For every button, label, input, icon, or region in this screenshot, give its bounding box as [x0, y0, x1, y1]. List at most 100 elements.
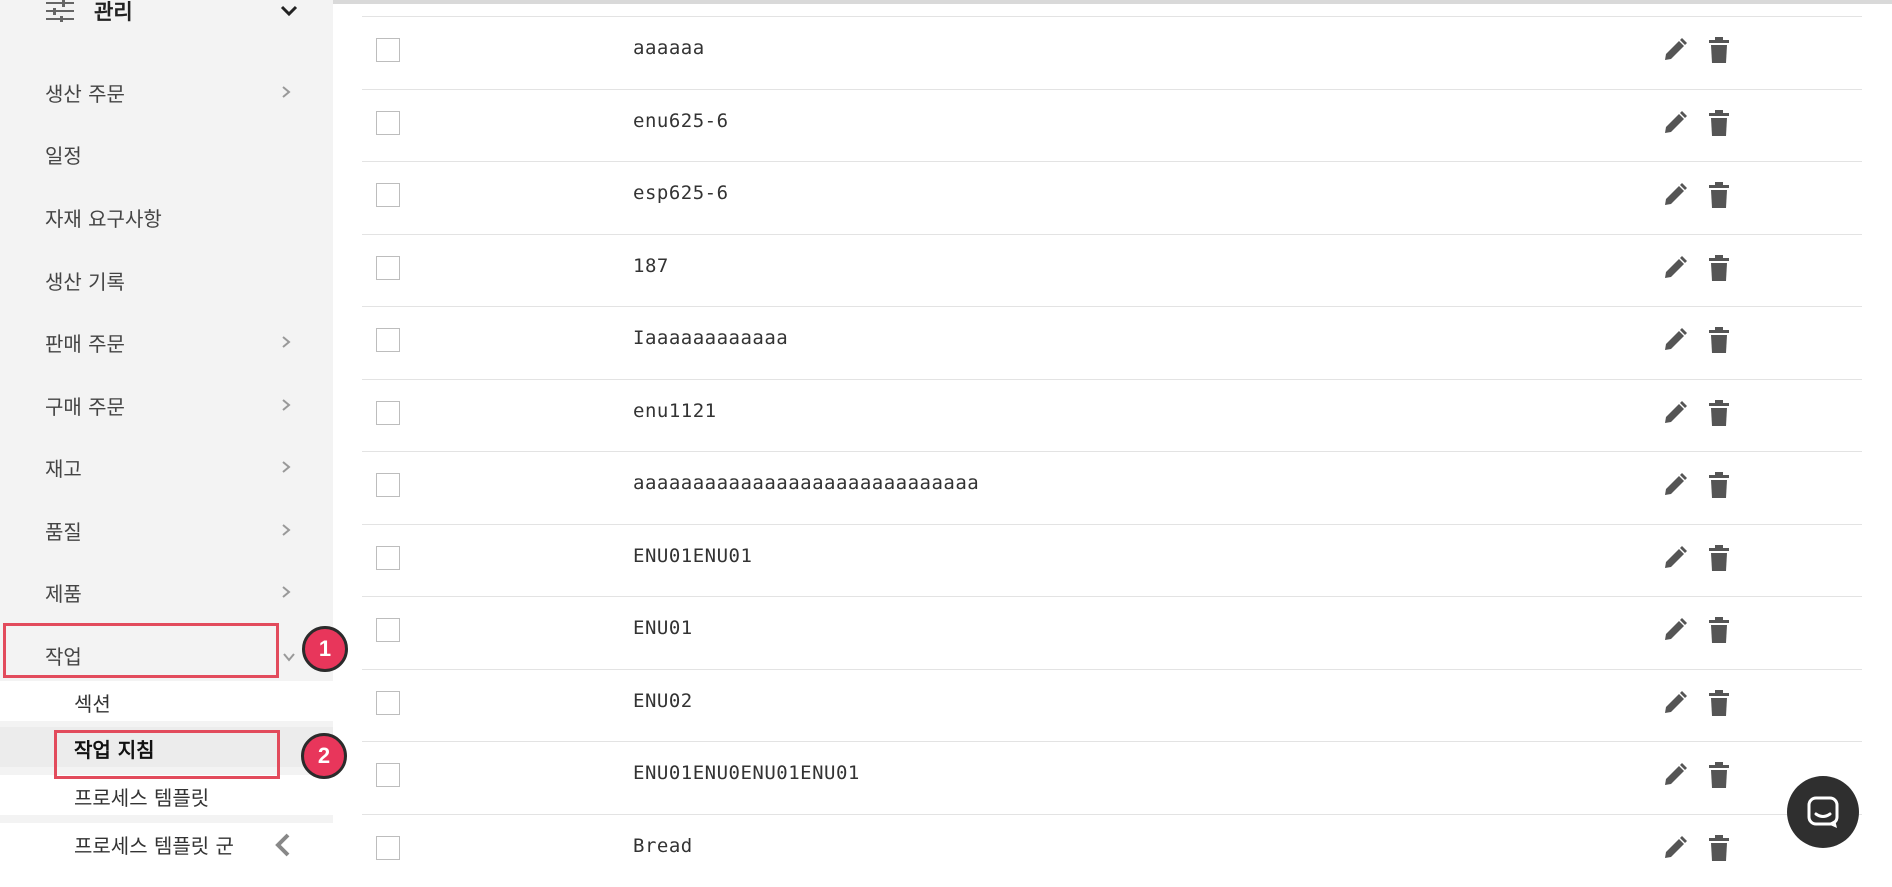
- sidebar-item-material-requirements[interactable]: 자재 요구사항: [0, 195, 333, 239]
- sidebar-subitem-label: 섹션: [74, 692, 111, 716]
- sidebar-item-label: 구매 주문: [45, 395, 125, 419]
- row-checkbox[interactable]: [376, 836, 400, 860]
- chat-icon: [1807, 796, 1839, 828]
- row-name: ENU02: [633, 690, 693, 712]
- row-name: ENU01ENU0ENU01ENU01: [633, 762, 860, 784]
- pencil-icon[interactable]: [1662, 472, 1688, 498]
- sidebar-subitem-label: 프로세스 템플릿 군: [74, 834, 234, 858]
- trash-icon[interactable]: [1709, 110, 1729, 136]
- row-checkbox[interactable]: [376, 183, 400, 207]
- row-name: aaaaaa: [633, 37, 705, 59]
- row-name: esp625-6: [633, 182, 729, 204]
- row-name: enu1121: [633, 400, 717, 422]
- table-row: ENU02: [362, 669, 1862, 742]
- trash-icon[interactable]: [1709, 545, 1729, 571]
- table-row: aaaaaaaaaaaaaaaaaaaaaaaaaaaaa: [362, 451, 1862, 524]
- row-name: aaaaaaaaaaaaaaaaaaaaaaaaaaaaa: [633, 472, 980, 494]
- row-name: 187: [633, 255, 669, 277]
- trash-icon[interactable]: [1709, 617, 1729, 643]
- chevron-right-icon: [282, 586, 291, 598]
- sidebar-item-production-orders[interactable]: 생산 주문: [0, 70, 333, 114]
- sidebar-subitem-process-templates[interactable]: 프로세스 템플릿: [0, 775, 333, 815]
- table-row: aaaaaa: [362, 16, 1862, 89]
- row-checkbox[interactable]: [376, 111, 400, 135]
- sidebar-item-label: 생산 주문: [45, 82, 125, 106]
- row-name: enu625-6: [633, 110, 729, 132]
- chevron-right-icon: [282, 86, 291, 98]
- row-name: ENU01ENU01: [633, 545, 753, 567]
- chevron-left-icon[interactable]: [272, 832, 294, 858]
- sidebar-item-purchase-orders[interactable]: 구매 주문: [0, 383, 333, 427]
- row-checkbox[interactable]: [376, 38, 400, 62]
- table-row: ENU01: [362, 596, 1862, 669]
- table-row: enu625-6: [362, 89, 1862, 162]
- chevron-right-icon: [282, 336, 291, 348]
- trash-icon[interactable]: [1709, 690, 1729, 716]
- pencil-icon[interactable]: [1662, 545, 1688, 571]
- sidebar-item-products[interactable]: 제품: [0, 570, 333, 614]
- table-row: Iaaaaaaaaaaaa: [362, 306, 1862, 379]
- pencil-icon[interactable]: [1662, 182, 1688, 208]
- chevron-right-icon: [282, 461, 291, 473]
- trash-icon[interactable]: [1709, 400, 1729, 426]
- row-checkbox[interactable]: [376, 763, 400, 787]
- sidebar-item-inventory[interactable]: 재고: [0, 445, 333, 489]
- pencil-icon[interactable]: [1662, 690, 1688, 716]
- table-row: Bread: [362, 814, 1862, 887]
- trash-icon[interactable]: [1709, 762, 1729, 788]
- sidebar-item-label: 일정: [45, 144, 82, 168]
- row-name: ENU01: [633, 617, 693, 639]
- chevron-down-icon[interactable]: [280, 4, 298, 18]
- sidebar-item-label: 생산 기록: [45, 270, 125, 294]
- sidebar-subitem-sections[interactable]: 섹션: [0, 681, 333, 721]
- sidebar-item-production-records[interactable]: 생산 기록: [0, 258, 333, 302]
- table-row: ENU01ENU0ENU01ENU01: [362, 741, 1862, 814]
- table-row: enu1121: [362, 379, 1862, 452]
- sidebar-header-title: 관리: [94, 0, 133, 24]
- sidebar-item-label: 재고: [45, 457, 82, 481]
- sidebar-subitem-label: 프로세스 템플릿: [74, 786, 210, 810]
- row-name: Iaaaaaaaaaaaa: [633, 327, 789, 349]
- step-badge-2: 2: [301, 733, 347, 779]
- pencil-icon[interactable]: [1662, 617, 1688, 643]
- chat-button[interactable]: [1787, 776, 1859, 848]
- sidebar-header-admin[interactable]: 관리: [42, 0, 302, 24]
- sidebar-item-label: 자재 요구사항: [45, 207, 162, 231]
- highlight-box-work: [3, 623, 279, 678]
- sidebar-item-label: 제품: [45, 582, 82, 606]
- row-checkbox[interactable]: [376, 546, 400, 570]
- row-checkbox[interactable]: [376, 401, 400, 425]
- row-checkbox[interactable]: [376, 618, 400, 642]
- pencil-icon[interactable]: [1662, 255, 1688, 281]
- highlight-box-work-instructions: [54, 730, 280, 779]
- sidebar-item-quality[interactable]: 품질: [0, 508, 333, 552]
- sidebar-item-sales-orders[interactable]: 판매 주문: [0, 320, 333, 364]
- trash-icon[interactable]: [1709, 37, 1729, 63]
- chevron-down-icon: [283, 653, 295, 662]
- sidebar-item-label: 품질: [45, 520, 82, 544]
- trash-icon[interactable]: [1709, 182, 1729, 208]
- trash-icon[interactable]: [1709, 472, 1729, 498]
- step-badge-1: 1: [302, 626, 348, 672]
- table-row: esp625-6: [362, 161, 1862, 234]
- row-checkbox[interactable]: [376, 256, 400, 280]
- trash-icon[interactable]: [1709, 835, 1729, 861]
- pencil-icon[interactable]: [1662, 762, 1688, 788]
- chevron-right-icon: [282, 524, 291, 536]
- pencil-icon[interactable]: [1662, 400, 1688, 426]
- pencil-icon[interactable]: [1662, 37, 1688, 63]
- sidebar-item-label: 판매 주문: [45, 332, 125, 356]
- row-checkbox[interactable]: [376, 691, 400, 715]
- table-row: 187: [362, 234, 1862, 307]
- table-row: ENU01ENU01: [362, 524, 1862, 597]
- trash-icon[interactable]: [1709, 255, 1729, 281]
- sidebar-item-schedule[interactable]: 일정: [0, 132, 333, 176]
- row-name: Bread: [633, 835, 693, 857]
- pencil-icon[interactable]: [1662, 110, 1688, 136]
- trash-icon[interactable]: [1709, 327, 1729, 353]
- sliders-icon: [46, 0, 74, 22]
- row-checkbox[interactable]: [376, 328, 400, 352]
- row-checkbox[interactable]: [376, 473, 400, 497]
- pencil-icon[interactable]: [1662, 835, 1688, 861]
- pencil-icon[interactable]: [1662, 327, 1688, 353]
